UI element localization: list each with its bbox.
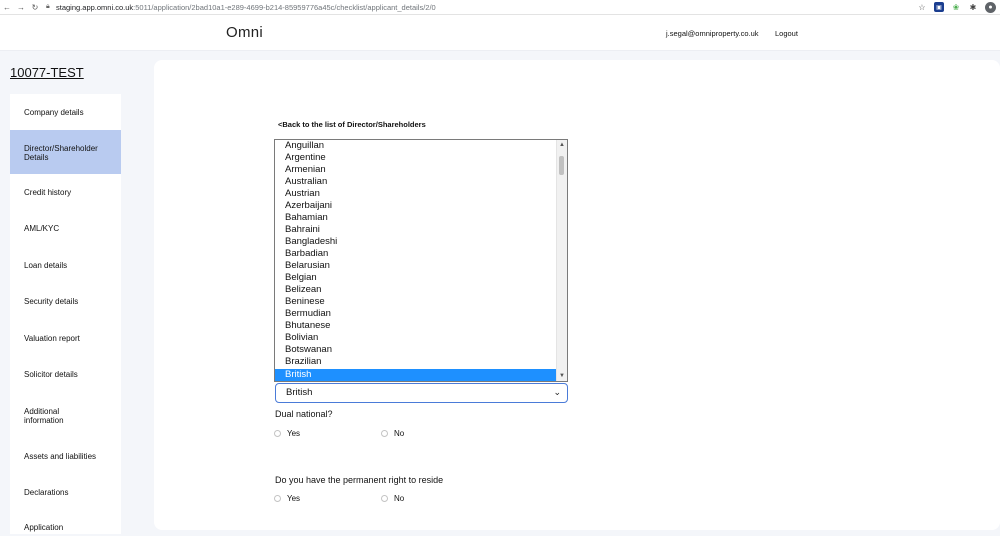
radio-circle-icon[interactable]	[274, 495, 281, 502]
radio-label: No	[394, 429, 405, 438]
nationality-option[interactable]: Belgian	[275, 272, 557, 284]
nationality-option[interactable]: Botswanan	[275, 344, 557, 356]
nationality-option[interactable]: Bhutanese	[275, 320, 557, 332]
sidebar-item-additional-information[interactable]: Additional information	[10, 390, 121, 440]
extension-green-icon[interactable]: ❀	[951, 2, 961, 12]
sidebar-item-label: Application	[24, 523, 64, 532]
url-path: :5011/application/2bad10a1-e289-4699-b21…	[133, 2, 436, 12]
nationality-select[interactable]: British ⌄	[275, 383, 568, 403]
sidebar-item-declarations[interactable]: Declarations	[10, 476, 121, 512]
dual-national-no-radio[interactable]: No	[381, 429, 404, 438]
nationality-option[interactable]: Barbadian	[275, 248, 557, 260]
nationality-option[interactable]: Austrian	[275, 188, 557, 200]
sidebar-item-security-details[interactable]: Security details	[10, 282, 121, 318]
nationality-option[interactable]: Brazilian	[275, 356, 557, 368]
application-reference[interactable]: 10077-TEST	[10, 65, 84, 80]
sidebar-item-aml-kyc[interactable]: AML/KYC	[10, 210, 121, 246]
reload-icon[interactable]: ↻	[30, 3, 40, 12]
sidebar-item-application[interactable]: Application	[10, 512, 121, 536]
back-arrow-icon[interactable]: ←	[2, 3, 12, 12]
back-to-list-link[interactable]: <Back to the list of Director/Shareholde…	[278, 120, 426, 129]
forward-arrow-icon[interactable]: →	[16, 3, 26, 12]
scrollbar-thumb[interactable]	[559, 156, 564, 175]
sidebar-item-label: Loan details	[24, 261, 68, 270]
dual-national-question: Dual national?	[275, 409, 333, 419]
nationality-option[interactable]: Bahraini	[275, 224, 557, 236]
sidebar-item-solicitor-details[interactable]: Solicitor details	[10, 354, 121, 390]
nationality-option[interactable]: Bangladeshi	[275, 236, 557, 248]
nationality-option[interactable]: Bolivian	[275, 332, 557, 344]
nationality-option[interactable]: Beninese	[275, 296, 557, 308]
logout-link[interactable]: Logout	[775, 29, 798, 38]
address-bar[interactable]: staging.app.omni.co.uk:5011/application/…	[56, 3, 436, 12]
right-to-reside-no-radio[interactable]: No	[381, 494, 404, 503]
nationality-option[interactable]: Azerbaijani	[275, 200, 557, 212]
sidebar-item-label: Assets and liabilities	[24, 452, 97, 461]
nationality-option[interactable]: Belizean	[275, 284, 557, 296]
sidebar-item-label: Director/Shareholder Details	[24, 144, 98, 162]
user-email: j.segal@omniproperty.co.uk	[666, 29, 759, 38]
nationality-listbox[interactable]: Anguillan Argentine Armenian Australian …	[274, 139, 568, 382]
nationality-option[interactable]: Bermudian	[275, 308, 557, 320]
sidebar-item-assets-and-liabilities[interactable]: Assets and liabilities	[10, 440, 121, 476]
sidebar-item-label: Credit history	[24, 188, 72, 197]
radio-circle-icon[interactable]	[274, 430, 281, 437]
radio-circle-icon[interactable]	[381, 495, 388, 502]
sidebar-item-director-shareholder-details[interactable]: Director/Shareholder Details	[10, 130, 121, 174]
sidebar-item-label: Additional information	[24, 407, 64, 425]
sidebar-item-label: Company details	[24, 108, 84, 117]
sidebar-item-label: Solicitor details	[24, 370, 78, 379]
sidebar: Company details Director/Shareholder Det…	[10, 94, 121, 534]
nationality-select-value: British	[286, 387, 313, 398]
sidebar-item-label: Declarations	[24, 488, 69, 497]
sidebar-item-label: Valuation report	[24, 334, 80, 343]
right-to-reside-question: Do you have the permanent right to resid…	[275, 475, 444, 485]
star-icon[interactable]: ☆	[917, 2, 927, 12]
browser-actions: ☆ ▣ ❀ ✱ ●	[917, 0, 996, 14]
radio-circle-icon[interactable]	[381, 430, 388, 437]
nationality-option[interactable]: Australian	[275, 176, 557, 188]
scroll-up-arrow-icon[interactable]: ▲	[557, 140, 567, 150]
listbox-scrollbar[interactable]: ▲ ▼	[556, 140, 567, 381]
sidebar-item-valuation-report[interactable]: Valuation report	[10, 318, 121, 354]
nationality-option-selected[interactable]: British	[275, 369, 557, 381]
sidebar-item-label: AML/KYC	[24, 224, 60, 233]
browser-toolbar: ← → ↻ 🔒︎ staging.app.omni.co.uk:5011/app…	[0, 0, 1000, 15]
nationality-option[interactable]: Argentine	[275, 152, 557, 164]
right-to-reside-yes-radio[interactable]: Yes	[274, 494, 300, 503]
nationality-option[interactable]: Anguillan	[275, 140, 557, 152]
radio-label: No	[394, 494, 405, 503]
nationality-option[interactable]: Belarusian	[275, 260, 557, 272]
scroll-down-arrow-icon[interactable]: ▼	[557, 371, 567, 381]
radio-label: Yes	[287, 429, 301, 438]
brand-logo: Omni	[226, 24, 264, 41]
app-header: Omni j.segal@omniproperty.co.uk Logout	[0, 15, 1000, 51]
url-host: staging.app.omni.co.uk	[56, 2, 134, 12]
dual-national-yes-radio[interactable]: Yes	[274, 429, 300, 438]
sidebar-item-credit-history[interactable]: Credit history	[10, 174, 121, 210]
sidebar-item-label: Security details	[24, 297, 79, 306]
lock-icon[interactable]: 🔒︎	[46, 3, 54, 11]
nationality-option[interactable]: Bahamian	[275, 212, 557, 224]
extension-icon[interactable]: ▣	[934, 2, 944, 12]
nationality-option[interactable]: Armenian	[275, 164, 557, 176]
chevron-down-icon: ⌄	[553, 387, 561, 397]
profile-icon[interactable]: ●	[985, 1, 996, 13]
sidebar-item-loan-details[interactable]: Loan details	[10, 246, 121, 282]
sidebar-item-company-details[interactable]: Company details	[10, 94, 121, 130]
radio-label: Yes	[287, 494, 301, 503]
puzzle-icon[interactable]: ✱	[968, 2, 978, 12]
